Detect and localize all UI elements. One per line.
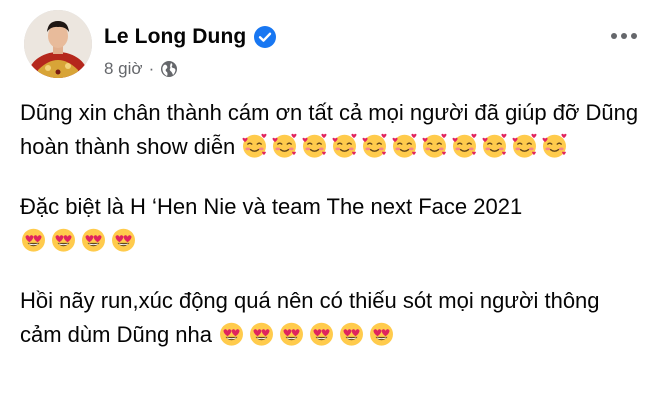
meta-separator: · — [148, 59, 155, 78]
smiling-face-with-hearts-emoji-icon — [541, 132, 568, 159]
smiling-face-with-hearts-emoji-icon — [481, 132, 508, 159]
post-content: Dũng xin chân thành cám ơn tất cả mọi ng… — [20, 96, 640, 352]
heart-eyes-emoji-icon — [50, 226, 77, 253]
smiling-face-with-hearts-emoji-icon — [361, 132, 388, 159]
avatar-image — [24, 10, 92, 78]
more-dot — [631, 33, 637, 39]
emoji-row — [20, 228, 140, 253]
smiling-face-with-hearts-emoji-icon — [241, 132, 268, 159]
globe-icon — [160, 60, 178, 78]
heart-eyes-emoji-icon — [308, 320, 335, 347]
smiling-face-with-hearts-emoji-icon — [451, 132, 478, 159]
more-dot — [611, 33, 617, 39]
smiling-face-with-hearts-emoji-icon — [331, 132, 358, 159]
author-row: Le Long Dung — [104, 25, 277, 49]
emoji-row — [218, 322, 398, 347]
heart-eyes-emoji-icon — [248, 320, 275, 347]
heart-eyes-emoji-icon — [20, 226, 47, 253]
heart-eyes-emoji-icon — [218, 320, 245, 347]
post-meta: 8 giờ · — [104, 59, 178, 79]
post-header: Le Long Dung 8 giờ · — [24, 10, 644, 86]
heart-eyes-emoji-icon — [338, 320, 365, 347]
verified-badge-icon — [254, 26, 277, 48]
more-dot — [621, 33, 627, 39]
paragraph-text: Đặc biệt là H ‘Hen Nie và team The next … — [20, 194, 523, 219]
heart-eyes-emoji-icon — [110, 226, 137, 253]
post-paragraph: Đặc biệt là H ‘Hen Nie và team The next … — [20, 190, 640, 258]
heart-eyes-emoji-icon — [80, 226, 107, 253]
post-paragraph: Hồi nãy run,xúc động quá nên có thiếu só… — [20, 284, 640, 352]
smiling-face-with-hearts-emoji-icon — [511, 132, 538, 159]
smiling-face-with-hearts-emoji-icon — [301, 132, 328, 159]
more-options-icon[interactable] — [604, 16, 644, 56]
smiling-face-with-hearts-emoji-icon — [271, 132, 298, 159]
author-name[interactable]: Le Long Dung — [104, 25, 246, 49]
smiling-face-with-hearts-emoji-icon — [421, 132, 448, 159]
post-paragraph: Dũng xin chân thành cám ơn tất cả mọi ng… — [20, 96, 640, 164]
post-timestamp[interactable]: 8 giờ — [104, 59, 143, 79]
smiling-face-with-hearts-emoji-icon — [391, 132, 418, 159]
heart-eyes-emoji-icon — [368, 320, 395, 347]
emoji-row — [241, 132, 571, 159]
heart-eyes-emoji-icon — [278, 320, 305, 347]
avatar[interactable] — [24, 10, 92, 78]
